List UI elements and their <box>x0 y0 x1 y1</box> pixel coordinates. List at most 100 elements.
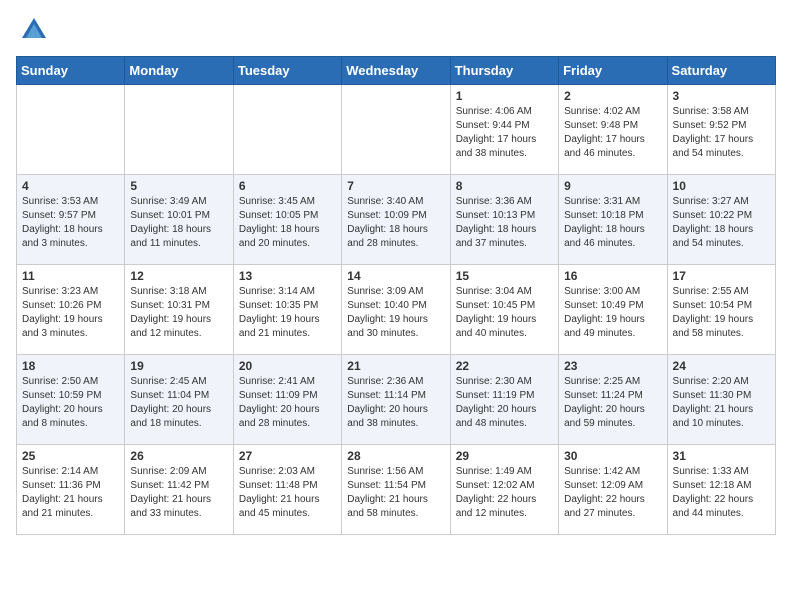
day-number: 18 <box>22 359 119 373</box>
calendar-cell: 9Sunrise: 3:31 AM Sunset: 10:18 PM Dayli… <box>559 175 667 265</box>
calendar-cell: 13 Sunrise: 3:14 AM Sunset: 10:35 PM Dayl… <box>233 265 341 355</box>
calendar-table: SundayMondayTuesdayWednesdayThursdayFrid… <box>16 56 776 535</box>
day-number: 22 <box>456 359 553 373</box>
day-number: 30 <box>564 449 661 463</box>
day-info: Sunrise: 2:25 AM Sunset: 11:24 PM Daylig… <box>564 375 661 431</box>
day-info: Sunrise: 1:56 AM Sunset: 11:54 PM Daylig… <box>347 465 444 521</box>
calendar-cell: 27 Sunrise: 2:03 AM Sunset: 11:48 PM Dayl… <box>233 445 341 535</box>
calendar-cell: 17 Sunrise: 2:55 AM Sunset: 10:54 PM Dayl… <box>667 265 775 355</box>
calendar-week-4: 18 Sunrise: 2:50 AM Sunset: 10:59 PM Dayl… <box>17 355 776 445</box>
day-number: 15 <box>456 269 553 283</box>
day-info: Sunrise: 3:18 AM Sunset: 10:31 PM Daylig… <box>130 285 227 341</box>
calendar-cell: 6 Sunrise: 3:45 AM Sunset: 10:05 PM Dayli… <box>233 175 341 265</box>
day-number: 26 <box>130 449 227 463</box>
day-number: 10 <box>673 179 770 193</box>
day-info: Sunrise: 3:23 AM Sunset: 10:26 PM Daylig… <box>22 285 119 341</box>
calendar-cell: 26Sunrise: 2:09 AM Sunset: 11:42 PM Dayl… <box>125 445 233 535</box>
day-number: 2 <box>564 89 661 103</box>
day-number: 11 <box>22 269 119 283</box>
day-number: 9 <box>564 179 661 193</box>
calendar-cell: 15 Sunrise: 3:04 AM Sunset: 10:45 PM Dayl… <box>450 265 558 355</box>
day-info: Sunrise: 3:45 AM Sunset: 10:05 PM Daylig… <box>239 195 336 251</box>
day-number: 19 <box>130 359 227 373</box>
day-number: 8 <box>456 179 553 193</box>
calendar-cell: 20 Sunrise: 2:41 AM Sunset: 11:09 PM Dayl… <box>233 355 341 445</box>
day-number: 4 <box>22 179 119 193</box>
calendar-cell: 5 Sunrise: 3:49 AM Sunset: 10:01 PM Dayli… <box>125 175 233 265</box>
calendar-cell: 10Sunrise: 3:27 AM Sunset: 10:22 PM Dayl… <box>667 175 775 265</box>
day-info: Sunrise: 2:41 AM Sunset: 11:09 PM Daylig… <box>239 375 336 431</box>
day-info: Sunrise: 2:03 AM Sunset: 11:48 PM Daylig… <box>239 465 336 521</box>
day-number: 6 <box>239 179 336 193</box>
calendar-cell: 18 Sunrise: 2:50 AM Sunset: 10:59 PM Dayl… <box>17 355 125 445</box>
day-info: Sunrise: 3:36 AM Sunset: 10:13 PM Daylig… <box>456 195 553 251</box>
header-friday: Friday <box>559 57 667 85</box>
day-number: 27 <box>239 449 336 463</box>
header-monday: Monday <box>125 57 233 85</box>
calendar-header-row: SundayMondayTuesdayWednesdayThursdayFrid… <box>17 57 776 85</box>
logo <box>16 16 48 44</box>
day-info: Sunrise: 4:02 AM Sunset: 9:48 PM Dayligh… <box>564 105 661 161</box>
day-number: 28 <box>347 449 444 463</box>
day-info: Sunrise: 3:58 AM Sunset: 9:52 PM Dayligh… <box>673 105 770 161</box>
calendar-week-3: 11 Sunrise: 3:23 AM Sunset: 10:26 PM Dayl… <box>17 265 776 355</box>
day-info: Sunrise: 2:14 AM Sunset: 11:36 PM Daylig… <box>22 465 119 521</box>
day-number: 23 <box>564 359 661 373</box>
header-thursday: Thursday <box>450 57 558 85</box>
header-sunday: Sunday <box>17 57 125 85</box>
day-number: 25 <box>22 449 119 463</box>
day-number: 7 <box>347 179 444 193</box>
day-number: 21 <box>347 359 444 373</box>
day-number: 13 <box>239 269 336 283</box>
calendar-cell: 30 Sunrise: 1:42 AM Sunset: 12:09 AM Dayl… <box>559 445 667 535</box>
calendar-week-2: 4Sunrise: 3:53 AM Sunset: 9:57 PM Daylig… <box>17 175 776 265</box>
day-info: Sunrise: 2:55 AM Sunset: 10:54 PM Daylig… <box>673 285 770 341</box>
calendar-cell: 21 Sunrise: 2:36 AM Sunset: 11:14 PM Dayl… <box>342 355 450 445</box>
calendar-cell: 12 Sunrise: 3:18 AM Sunset: 10:31 PM Dayl… <box>125 265 233 355</box>
day-number: 31 <box>673 449 770 463</box>
calendar-cell <box>125 85 233 175</box>
calendar-cell: 28 Sunrise: 1:56 AM Sunset: 11:54 PM Dayl… <box>342 445 450 535</box>
day-info: Sunrise: 2:50 AM Sunset: 10:59 PM Daylig… <box>22 375 119 431</box>
calendar-cell: 7 Sunrise: 3:40 AM Sunset: 10:09 PM Dayli… <box>342 175 450 265</box>
day-number: 5 <box>130 179 227 193</box>
calendar-cell <box>233 85 341 175</box>
day-number: 12 <box>130 269 227 283</box>
day-number: 20 <box>239 359 336 373</box>
calendar-week-5: 25 Sunrise: 2:14 AM Sunset: 11:36 PM Dayl… <box>17 445 776 535</box>
calendar-cell: 2 Sunrise: 4:02 AM Sunset: 9:48 PM Daylig… <box>559 85 667 175</box>
calendar-cell: 31 Sunrise: 1:33 AM Sunset: 12:18 AM Dayl… <box>667 445 775 535</box>
day-info: Sunrise: 1:42 AM Sunset: 12:09 AM Daylig… <box>564 465 661 521</box>
calendar-week-1: 1 Sunrise: 4:06 AM Sunset: 9:44 PM Daylig… <box>17 85 776 175</box>
day-number: 29 <box>456 449 553 463</box>
day-info: Sunrise: 2:20 AM Sunset: 11:30 PM Daylig… <box>673 375 770 431</box>
day-info: Sunrise: 2:45 AM Sunset: 11:04 PM Daylig… <box>130 375 227 431</box>
day-number: 16 <box>564 269 661 283</box>
day-info: Sunrise: 2:36 AM Sunset: 11:14 PM Daylig… <box>347 375 444 431</box>
calendar-cell: 1 Sunrise: 4:06 AM Sunset: 9:44 PM Daylig… <box>450 85 558 175</box>
page-header <box>16 16 776 44</box>
calendar-cell: 22 Sunrise: 2:30 AM Sunset: 11:19 PM Dayl… <box>450 355 558 445</box>
calendar-cell: 19 Sunrise: 2:45 AM Sunset: 11:04 PM Dayl… <box>125 355 233 445</box>
day-info: Sunrise: 3:04 AM Sunset: 10:45 PM Daylig… <box>456 285 553 341</box>
day-info: Sunrise: 3:14 AM Sunset: 10:35 PM Daylig… <box>239 285 336 341</box>
calendar-cell: 24 Sunrise: 2:20 AM Sunset: 11:30 PM Dayl… <box>667 355 775 445</box>
calendar-cell: 14 Sunrise: 3:09 AM Sunset: 10:40 PM Dayl… <box>342 265 450 355</box>
day-number: 17 <box>673 269 770 283</box>
header-tuesday: Tuesday <box>233 57 341 85</box>
day-info: Sunrise: 3:09 AM Sunset: 10:40 PM Daylig… <box>347 285 444 341</box>
day-info: Sunrise: 3:49 AM Sunset: 10:01 PM Daylig… <box>130 195 227 251</box>
day-info: Sunrise: 3:40 AM Sunset: 10:09 PM Daylig… <box>347 195 444 251</box>
day-number: 24 <box>673 359 770 373</box>
day-number: 3 <box>673 89 770 103</box>
day-number: 1 <box>456 89 553 103</box>
calendar-cell: 29Sunrise: 1:49 AM Sunset: 12:02 AM Dayl… <box>450 445 558 535</box>
day-info: Sunrise: 2:30 AM Sunset: 11:19 PM Daylig… <box>456 375 553 431</box>
day-number: 14 <box>347 269 444 283</box>
calendar-cell: 25 Sunrise: 2:14 AM Sunset: 11:36 PM Dayl… <box>17 445 125 535</box>
day-info: Sunrise: 4:06 AM Sunset: 9:44 PM Dayligh… <box>456 105 553 161</box>
calendar-cell: 8 Sunrise: 3:36 AM Sunset: 10:13 PM Dayli… <box>450 175 558 265</box>
day-info: Sunrise: 1:33 AM Sunset: 12:18 AM Daylig… <box>673 465 770 521</box>
calendar-cell: 3 Sunrise: 3:58 AM Sunset: 9:52 PM Daylig… <box>667 85 775 175</box>
calendar-cell: 23 Sunrise: 2:25 AM Sunset: 11:24 PM Dayl… <box>559 355 667 445</box>
